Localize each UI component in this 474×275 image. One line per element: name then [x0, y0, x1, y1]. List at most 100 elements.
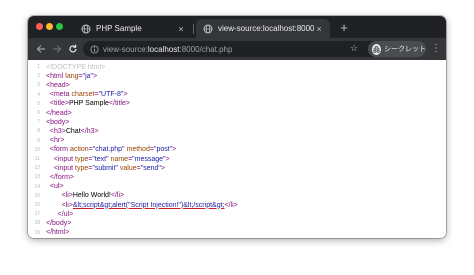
- code-token: <body>: [46, 118, 70, 126]
- source-code: <input type="submit" value="send">: [46, 165, 165, 172]
- code-token: <hr>: [49, 137, 65, 145]
- line-number: 3: [37, 82, 40, 89]
- source-code: </ul>: [46, 210, 74, 218]
- browser-toolbar: view-source:localhost:8000/chat.php ☆ シー…: [28, 38, 446, 60]
- source-code: <li>&lt;script&gt;alert("Script Injectio…: [46, 202, 238, 209]
- code-token: <h3>: [49, 127, 66, 135]
- code-token: <ul>: [49, 183, 64, 191]
- code-token: action: [69, 146, 89, 154]
- line-number: 16: [34, 202, 40, 208]
- close-tab-icon[interactable]: ×: [176, 24, 186, 34]
- line-number: 14: [34, 183, 40, 190]
- code-token: </head>: [46, 109, 72, 117]
- source-code: <!DOCTYPE html>: [46, 64, 105, 71]
- line-number: 5: [37, 100, 40, 107]
- code-token: Chat: [65, 127, 81, 135]
- code-token: </li>: [224, 201, 238, 209]
- bookmark-star-icon[interactable]: ☆: [350, 43, 358, 54]
- code-token: <meta: [49, 91, 72, 99]
- tab-view-source[interactable]: view-source:localhost:8000/ch ×: [196, 19, 330, 38]
- code-token: </html>: [46, 229, 70, 237]
- line-number: 19: [34, 229, 40, 236]
- code-token: >: [93, 72, 98, 80]
- code-token: >: [165, 155, 170, 163]
- code-token: </h3>: [80, 127, 99, 135]
- line-number: 6: [37, 110, 40, 116]
- source-code: <form action="chat.php" method="post">: [46, 146, 176, 153]
- line-number: 4: [37, 91, 40, 98]
- url-text: view-source:localhost:8000/chat.php: [103, 45, 383, 54]
- tab-title: view-source:localhost:8000/ch: [218, 24, 314, 33]
- address-bar[interactable]: view-source:localhost:8000/chat.php: [83, 41, 389, 57]
- more-menu-icon[interactable]: ⋮: [430, 42, 442, 56]
- line-number: 8: [37, 128, 40, 135]
- source-code: <html lang="ja">: [46, 73, 97, 80]
- source-code: <li>Hello World!</li>: [46, 192, 125, 200]
- source-line: 19 </html>: [28, 228, 446, 238]
- minimize-window-button[interactable]: [46, 23, 53, 30]
- code-token: "text": [92, 155, 109, 163]
- globe-icon: [80, 23, 91, 34]
- source-code: <hr>: [46, 137, 64, 144]
- close-window-button[interactable]: [36, 23, 43, 30]
- line-number: 1: [37, 64, 40, 70]
- line-number: 9: [37, 137, 40, 144]
- tab-strip: PHP Sample × view-source:localhost:8000/…: [28, 16, 446, 38]
- site-info-icon[interactable]: [89, 44, 99, 54]
- code-token: <li>: [61, 192, 73, 200]
- code-token: type: [75, 155, 89, 163]
- profile-label: シークレット: [384, 46, 426, 53]
- source-code: </head>: [46, 110, 72, 117]
- code-token: >: [160, 164, 165, 172]
- tab-php-sample[interactable]: PHP Sample ×: [74, 19, 192, 38]
- source-code: <head>: [46, 82, 70, 89]
- source-code: <title>PHP Sample</title>: [46, 100, 130, 107]
- line-number: 15: [34, 192, 40, 199]
- url-path: :8000/chat.php: [179, 44, 233, 54]
- code-token: <li>: [61, 201, 73, 209]
- source-code: <meta charset="UTF-8">: [46, 91, 128, 99]
- reload-icon[interactable]: [66, 42, 80, 56]
- code-token: &lt;script&gt;alert("Script Injection!")…: [72, 201, 225, 209]
- line-number: 2: [37, 73, 40, 80]
- code-token: "send": [140, 164, 161, 172]
- code-token: <!DOCTYPE html>: [46, 63, 106, 71]
- code-token: <input: [53, 164, 75, 172]
- source-code: </body>: [46, 220, 71, 227]
- code-token: "chat.php": [92, 146, 125, 154]
- code-token: "UTF-8": [98, 91, 124, 99]
- code-token: <head>: [46, 81, 70, 89]
- incognito-profile-button[interactable]: シークレット: [368, 41, 426, 57]
- code-token: PHP Sample: [68, 100, 109, 108]
- line-number: 11: [34, 156, 40, 162]
- page-source-view: 1 <!DOCTYPE html> 2 <html lang="ja"> 3 <head>…: [28, 60, 446, 238]
- code-token: </ul>: [57, 210, 74, 218]
- code-token: >: [123, 91, 128, 99]
- forward-arrow-icon[interactable]: [50, 42, 64, 56]
- back-arrow-icon[interactable]: [34, 42, 48, 56]
- source-code: <h3>Chat</h3>: [46, 128, 99, 135]
- source-code: <body>: [46, 119, 69, 126]
- source-code: </form>: [46, 174, 74, 181]
- incognito-icon: [372, 43, 381, 55]
- browser-window: PHP Sample × view-source:localhost:8000/…: [28, 16, 446, 238]
- code-token: "submit": [92, 164, 118, 172]
- new-tab-button[interactable]: +: [335, 19, 353, 37]
- code-token: </li>: [110, 192, 125, 200]
- url-host: localhost: [147, 44, 180, 54]
- code-token: "message": [132, 155, 166, 163]
- code-token: method: [126, 146, 150, 154]
- code-token: <input: [53, 155, 75, 163]
- close-tab-icon[interactable]: ×: [314, 24, 324, 34]
- zoom-window-button[interactable]: [56, 23, 63, 30]
- code-token: "post": [153, 146, 173, 154]
- source-code: <ul>: [46, 183, 64, 190]
- code-token: lang: [65, 72, 79, 80]
- globe-icon: [202, 23, 213, 34]
- line-number: 12: [34, 165, 40, 172]
